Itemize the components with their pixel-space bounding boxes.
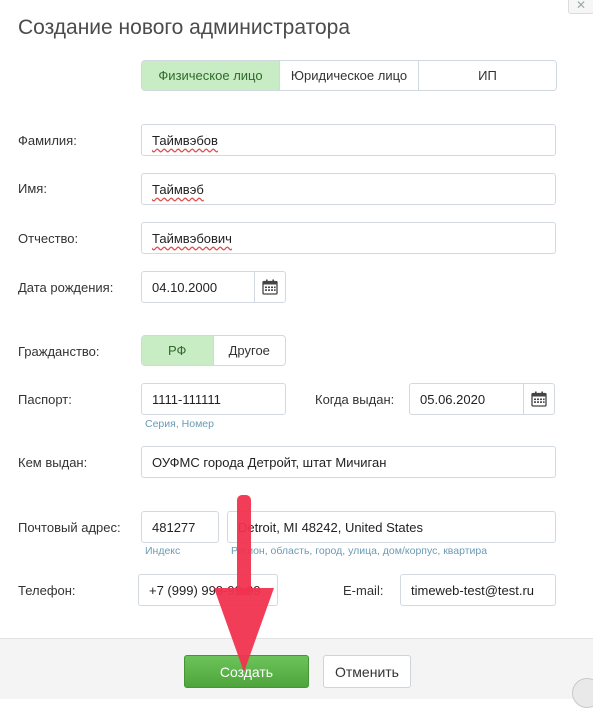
passport-value: 1111-111111	[152, 391, 221, 407]
issued-by-value: ОУФМС города Детройт, штат Мичиган	[152, 454, 387, 470]
tab-individual[interactable]: Физическое лицо	[142, 61, 280, 90]
postal-index-value: 481277	[152, 519, 196, 535]
issue-date-field[interactable]: 05.06.2020	[409, 383, 524, 415]
citizenship-rf-option[interactable]: РФ	[142, 336, 214, 365]
last-name-field[interactable]: Таймвэбов	[141, 124, 556, 156]
chat-widget-icon[interactable]	[572, 678, 593, 708]
birth-date-field[interactable]: 04.10.2000	[141, 271, 255, 303]
person-type-switch: Физическое лицо Юридическое лицо ИП	[141, 60, 557, 91]
patronymic-value: Таймвэбович	[152, 230, 232, 246]
passport-field[interactable]: 1111-111111	[141, 383, 286, 415]
tab-entrepreneur[interactable]: ИП	[419, 61, 556, 90]
postal-address-field[interactable]: Detroit, MI 48242, United States	[227, 511, 556, 543]
dialog-title: Создание нового администратора	[18, 16, 351, 39]
patronymic-field[interactable]: Таймвэбович	[141, 222, 556, 254]
tab-legal-entity[interactable]: Юридическое лицо	[280, 61, 419, 90]
postal-address-label: Почтовый адрес:	[18, 520, 121, 535]
citizenship-other-option[interactable]: Другое	[213, 336, 285, 365]
create-button[interactable]: Создать	[184, 655, 309, 688]
first-name-field[interactable]: Таймвэб	[141, 173, 556, 205]
postal-index-hint: Индекс	[145, 545, 181, 557]
citizenship-switch: РФ Другое	[141, 335, 286, 366]
passport-hint: Серия, Номер	[145, 418, 214, 430]
birth-date-calendar-button[interactable]	[254, 271, 286, 303]
email-field[interactable]: timeweb-test@test.ru	[400, 574, 556, 606]
postal-index-field[interactable]: 481277	[141, 511, 219, 543]
email-label: E-mail:	[343, 583, 384, 598]
last-name-value: Таймвэбов	[152, 132, 218, 148]
phone-label: Телефон:	[18, 583, 76, 598]
patronymic-label: Отчество:	[18, 231, 79, 246]
calendar-icon	[531, 391, 547, 407]
issued-by-label: Кем выдан:	[18, 455, 88, 470]
calendar-icon	[262, 279, 278, 295]
passport-label: Паспорт:	[18, 392, 72, 407]
email-value: timeweb-test@test.ru	[411, 582, 535, 598]
last-name-label: Фамилия:	[18, 133, 77, 148]
phone-field[interactable]: +7 (999) 999-99-99	[138, 574, 278, 606]
postal-address-hint: Регион, область, город, улица, дом/корпу…	[231, 545, 488, 557]
first-name-value: Таймвэб	[152, 181, 204, 197]
phone-value: +7 (999) 999-99-99	[149, 582, 261, 598]
citizenship-label: Гражданство:	[18, 344, 100, 359]
issued-by-field[interactable]: ОУФМС города Детройт, штат Мичиган	[141, 446, 556, 478]
postal-address-value: Detroit, MI 48242, United States	[238, 519, 423, 535]
issue-date-calendar-button[interactable]	[523, 383, 555, 415]
first-name-label: Имя:	[18, 181, 47, 196]
issue-date-value: 05.06.2020	[420, 391, 486, 407]
issue-date-label: Когда выдан:	[315, 392, 395, 407]
cancel-button[interactable]: Отменить	[323, 655, 411, 688]
birth-date-label: Дата рождения:	[18, 280, 114, 295]
close-icon[interactable]: ✕	[568, 0, 593, 14]
birth-date-value: 04.10.2000	[152, 279, 218, 295]
